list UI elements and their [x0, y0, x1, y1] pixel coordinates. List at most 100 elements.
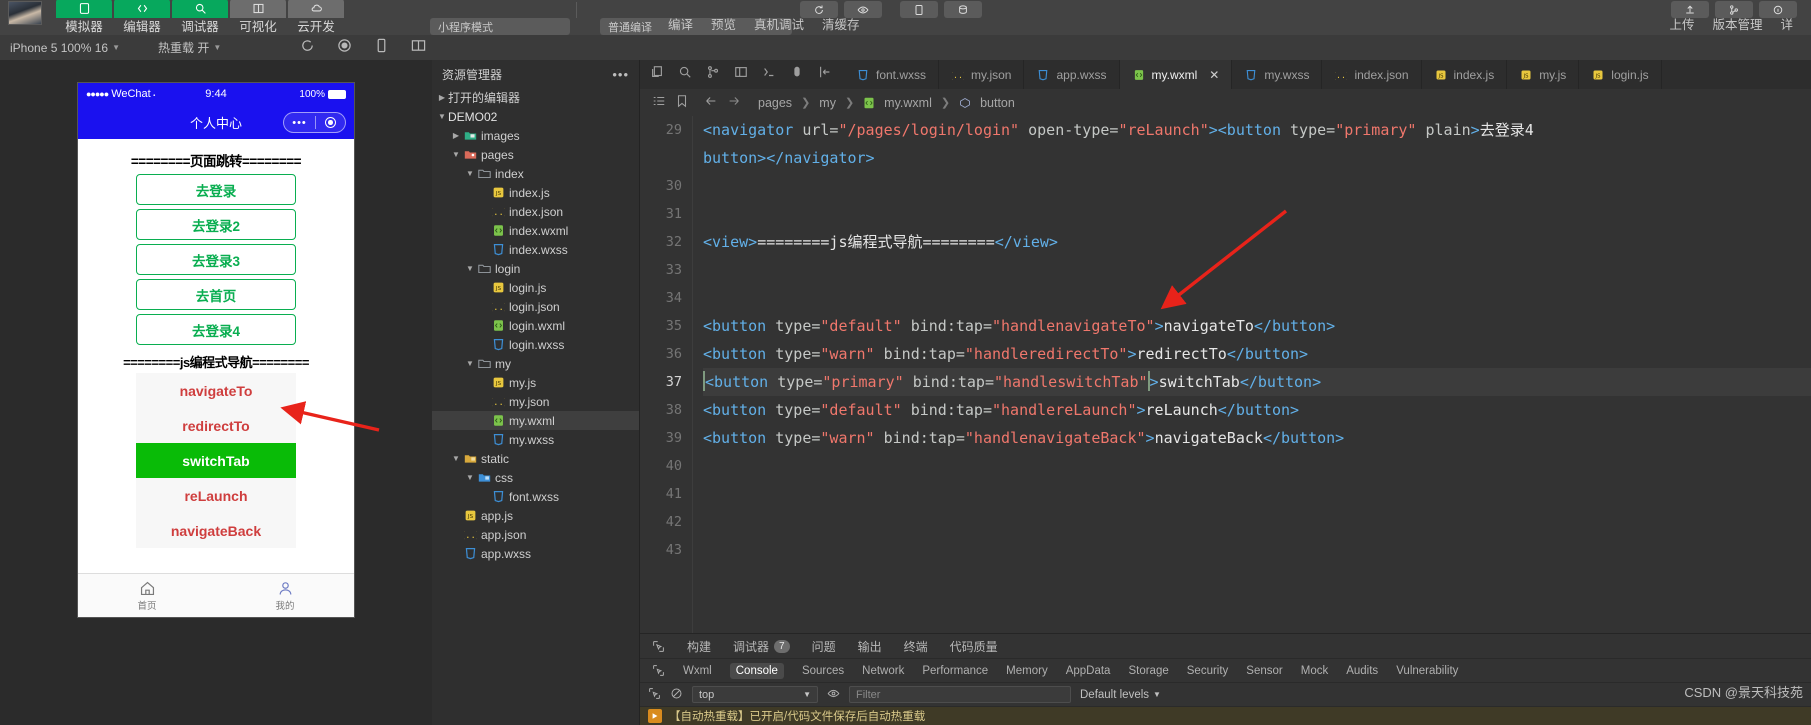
sim-button-switchtab[interactable]: switchTab	[136, 443, 296, 478]
explorer-item-index[interactable]: ▼ index	[432, 164, 639, 183]
sim-button-relaunch[interactable]: reLaunch	[136, 478, 296, 513]
phone-debug-icon[interactable]	[900, 1, 938, 18]
play-icon[interactable]	[648, 709, 662, 723]
action-clear-cache[interactable]: 清缓存	[822, 14, 860, 33]
explorer-item-index-wxml[interactable]: index.wxml	[432, 221, 639, 240]
explorer-item-css[interactable]: ▼ css	[432, 468, 639, 487]
editor-tab-my-json[interactable]: {..} my.json	[939, 60, 1025, 89]
explorer-item-app-wxss[interactable]: app.wxss	[432, 544, 639, 563]
chevron-down-icon[interactable]: ▼	[464, 169, 476, 178]
copy-icon[interactable]	[650, 65, 664, 84]
close-capsule-icon[interactable]	[316, 117, 345, 128]
sim-button-navigateback[interactable]: navigateBack	[136, 513, 296, 548]
action-version[interactable]: 版本管理	[1712, 14, 1762, 33]
editor-tab-index-js[interactable]: JS index.js	[1421, 60, 1508, 89]
explorer-item-login-wxss[interactable]: login.wxss	[432, 335, 639, 354]
chevron-down-icon[interactable]: ▼	[464, 264, 476, 273]
avatar[interactable]	[8, 1, 42, 25]
compile-mode-select[interactable]: 小程序模式	[430, 18, 570, 35]
console-tab-performance[interactable]: Performance	[922, 665, 988, 677]
refresh-icon[interactable]	[300, 38, 315, 58]
action-preview[interactable]: 预览	[711, 14, 736, 33]
list-icon[interactable]	[652, 94, 666, 111]
explorer-item-index-js[interactable]: JS index.js	[432, 183, 639, 202]
tool-simulator[interactable]: 模拟器	[56, 0, 112, 35]
tabbar-item-mine[interactable]: 我的	[216, 580, 354, 612]
explorer-item-static[interactable]: ▼ static	[432, 449, 639, 468]
console-context-select[interactable]: top ▼	[692, 686, 818, 703]
layout-icon[interactable]	[734, 65, 748, 84]
action-compile[interactable]: 编译	[668, 14, 693, 33]
editor-tab-login-js[interactable]: JS login.js	[1579, 60, 1662, 89]
chevron-down-icon[interactable]: ▼	[464, 473, 476, 482]
clear-cache-icon[interactable]	[944, 1, 982, 18]
sim-button-navigateto[interactable]: navigateTo	[136, 373, 296, 408]
breadcrumb-element[interactable]: button	[980, 96, 1015, 110]
forward-arrow-icon[interactable]	[727, 94, 741, 111]
console-tab-audits[interactable]: Audits	[1346, 665, 1378, 677]
editor-tab-my-wxss[interactable]: my.wxss	[1232, 60, 1323, 89]
explorer-item-my-json[interactable]: {..} my.json	[432, 392, 639, 411]
sim-button-go-login3[interactable]: 去登录3	[136, 244, 296, 275]
explorer-item-login-wxml[interactable]: login.wxml	[432, 316, 639, 335]
devtools-tab-problems[interactable]: 问题	[812, 638, 836, 655]
clear-icon[interactable]	[670, 687, 683, 703]
explorer-item-images[interactable]: ▶ images	[432, 126, 639, 145]
console-tab-appdata[interactable]: AppData	[1066, 665, 1111, 677]
inspect-icon[interactable]	[648, 687, 661, 703]
explorer-item-app-json[interactable]: {..} app.json	[432, 525, 639, 544]
record-icon[interactable]	[337, 38, 352, 58]
eye-icon[interactable]	[827, 687, 840, 703]
console-tab-sources[interactable]: Sources	[802, 665, 844, 677]
code-content[interactable]: <navigator url="/pages/login/login" open…	[692, 116, 1811, 633]
more-icon[interactable]: •••	[612, 67, 629, 82]
explorer-item-index-json[interactable]: {..} index.json	[432, 202, 639, 221]
breadcrumb-my[interactable]: my	[819, 96, 836, 110]
open-editors-row[interactable]: ▶ 打开的编辑器	[432, 88, 639, 107]
action-remote-debug[interactable]: 真机调试	[754, 14, 804, 33]
devtools-tab-debugger[interactable]: 调试器 7	[733, 638, 790, 655]
code-editor[interactable]: 29 30 31 32 33 34 35 36 37 38 39 40 41 42 43 <navigato…	[640, 116, 1811, 633]
explorer-item-my[interactable]: ▼ my	[432, 354, 639, 373]
console-tab-mock[interactable]: Mock	[1301, 665, 1328, 677]
console-tab-security[interactable]: Security	[1187, 665, 1229, 677]
hotreload-select[interactable]: 热重载 开 ▼	[158, 39, 221, 56]
collapse-icon[interactable]	[818, 65, 832, 84]
explorer-item-index-wxss[interactable]: index.wxss	[432, 240, 639, 259]
tool-editor[interactable]: 编辑器	[114, 0, 170, 35]
console-tab-wxml[interactable]: Wxml	[683, 665, 712, 677]
explorer-item-my-wxss[interactable]: my.wxss	[432, 430, 639, 449]
device-select[interactable]: iPhone 5 100% 16 ▼	[10, 41, 120, 55]
inspect-element-icon[interactable]	[652, 664, 665, 677]
explorer-item-my-wxml[interactable]: my.wxml	[432, 411, 639, 430]
console-tab-vulnerability[interactable]: Vulnerability	[1396, 665, 1458, 677]
console-tab-console[interactable]: Console	[729, 662, 784, 679]
devtools-tab-terminal[interactable]: 终端	[904, 638, 928, 655]
debug-icon[interactable]	[790, 65, 804, 84]
tool-debugger[interactable]: 调试器	[172, 0, 228, 35]
capsule-buttons[interactable]: •••	[283, 112, 346, 133]
inspect-icon[interactable]	[652, 640, 665, 653]
back-arrow-icon[interactable]	[704, 94, 718, 111]
editor-tab-my-js[interactable]: JS my.js	[1507, 60, 1580, 89]
chevron-down-icon[interactable]: ▼	[450, 150, 462, 159]
tabbar-item-home[interactable]: 首页	[78, 580, 216, 612]
tool-visual[interactable]: 可视化	[230, 0, 286, 35]
bookmark-icon[interactable]	[675, 94, 689, 111]
split-icon[interactable]	[411, 38, 426, 58]
project-root-row[interactable]: ▼ DEMO02	[432, 107, 639, 126]
sim-button-go-login2[interactable]: 去登录2	[136, 209, 296, 240]
action-upload[interactable]: 上传	[1669, 14, 1694, 33]
sim-button-go-home[interactable]: 去首页	[136, 279, 296, 310]
explorer-item-pages[interactable]: ▼ pages	[432, 145, 639, 164]
explorer-item-login[interactable]: ▼ login	[432, 259, 639, 278]
search-icon[interactable]	[678, 65, 692, 84]
chevron-right-icon[interactable]: ▶	[450, 131, 462, 140]
tool-cloud[interactable]: 云开发	[288, 0, 344, 35]
editor-tab-index-json[interactable]: {..} index.json	[1322, 60, 1422, 89]
explorer-item-my-js[interactable]: JS my.js	[432, 373, 639, 392]
terminal-icon[interactable]	[762, 65, 776, 84]
explorer-item-font-wxss[interactable]: font.wxss	[432, 487, 639, 506]
console-tab-sensor[interactable]: Sensor	[1246, 665, 1282, 677]
console-levels-select[interactable]: Default levels ▼	[1080, 689, 1161, 701]
